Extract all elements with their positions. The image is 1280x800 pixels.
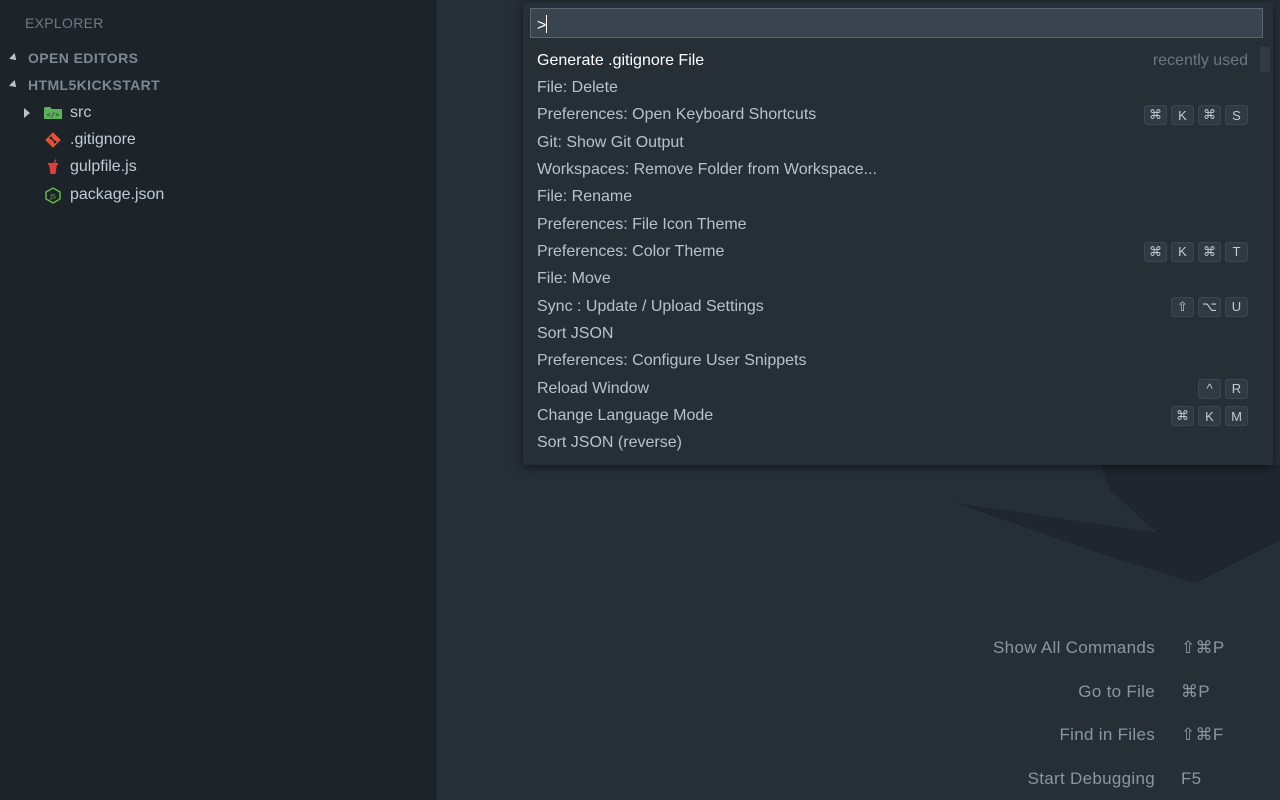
- hint-shortcut: F5: [1181, 769, 1202, 788]
- hint-label: Show All Commands: [993, 638, 1155, 657]
- command-meta: ⌘ K ⌘ S: [1144, 105, 1258, 126]
- keybinding-key: K: [1171, 241, 1194, 262]
- command-label: File: Move: [537, 270, 611, 288]
- command-item[interactable]: File: Delete: [523, 74, 1258, 101]
- section-open-editors[interactable]: OPEN EDITORS: [8, 48, 138, 68]
- tree-item-label: .gitignore: [70, 131, 136, 148]
- keybinding-key: ⌘: [1198, 241, 1221, 262]
- command-item[interactable]: File: Rename: [523, 184, 1258, 211]
- hint-shortcut: ⇧⌘P: [1181, 638, 1225, 657]
- tree-item-package-json[interactable]: JS package.json: [44, 183, 164, 207]
- command-item[interactable]: Preferences: Configure User Snippets: [523, 348, 1258, 375]
- command-item[interactable]: Sort JSON: [523, 321, 1258, 348]
- text-cursor: [546, 15, 548, 33]
- section-label: OPEN EDITORS: [28, 50, 139, 66]
- command-meta: ^ R: [1198, 378, 1258, 399]
- svg-text:JS: JS: [49, 193, 56, 200]
- command-meta: recently used: [1153, 52, 1258, 70]
- command-meta: ⇧ ⌥ U: [1171, 296, 1258, 317]
- keybinding-key: ⇧: [1171, 296, 1194, 317]
- command-label: Sort JSON: [537, 325, 614, 342]
- command-item[interactable]: Reload Window ^ R: [523, 375, 1258, 402]
- hint-go-to-file[interactable]: Go to File ⌘P: [0, 682, 1280, 704]
- tree-item-label: src: [70, 104, 92, 121]
- recently-used-label: recently used: [1152, 51, 1248, 69]
- collapse-chevron-icon: [9, 80, 19, 90]
- keybinding-key: ^: [1198, 378, 1221, 399]
- command-item[interactable]: Preferences: Open Keyboard Shortcuts ⌘ K ⌘ S: [523, 102, 1258, 129]
- nodejs-icon: JS: [44, 186, 62, 204]
- keybinding-key: ⌘: [1144, 105, 1167, 126]
- keybinding-key: R: [1225, 378, 1248, 399]
- command-palette: > Generate .gitignore File recently used F…: [523, 2, 1273, 465]
- command-palette-input[interactable]: >: [530, 8, 1263, 38]
- expand-chevron-icon: [24, 108, 30, 118]
- keybinding-key: U: [1225, 296, 1248, 317]
- tree-item-src[interactable]: </> src: [24, 101, 91, 125]
- command-label: File: Rename: [537, 188, 633, 206]
- section-label: HTML5KICKSTART: [28, 77, 161, 93]
- collapse-chevron-icon: [9, 53, 19, 63]
- command-item[interactable]: Sync : Update / Upload Settings ⇧ ⌥ U: [523, 293, 1258, 320]
- command-label: Generate .gitignore File: [537, 51, 705, 69]
- tree-item-label: package.json: [70, 186, 165, 203]
- explorer-title: EXPLORER: [25, 15, 104, 31]
- keybinding-key: ⌘: [1171, 406, 1194, 427]
- command-input-value: >: [537, 17, 547, 34]
- hint-label: Start Debugging: [1027, 769, 1155, 788]
- keybinding-key: K: [1198, 406, 1221, 427]
- command-item[interactable]: Preferences: File Icon Theme: [523, 211, 1258, 238]
- command-item[interactable]: Preferences: Color Theme ⌘ K ⌘ T: [523, 238, 1258, 265]
- command-meta: ⌘ K ⌘ T: [1144, 241, 1258, 262]
- keybinding-key: M: [1225, 406, 1248, 427]
- command-label: Preferences: Open Keyboard Shortcuts: [537, 106, 817, 124]
- command-label: Git: Show Git Output: [537, 133, 684, 151]
- svg-text:</>: </>: [47, 111, 60, 119]
- command-label: Workspaces: Remove Folder from Workspace…: [537, 160, 877, 178]
- keybinding-key: K: [1171, 105, 1194, 126]
- hint-find-in-files[interactable]: Find in Files ⇧⌘F: [0, 725, 1280, 747]
- command-item[interactable]: Change Language Mode ⌘ K M: [523, 403, 1258, 430]
- hint-start-debugging[interactable]: Start Debugging F5: [0, 769, 1280, 791]
- hint-show-all-commands[interactable]: Show All Commands ⇧⌘P: [0, 638, 1280, 660]
- hint-shortcut: ⇧⌘F: [1181, 725, 1224, 744]
- command-item[interactable]: File: Move: [523, 266, 1258, 293]
- keybinding-key: ⌘: [1198, 105, 1221, 126]
- keybinding-key: ⌥: [1198, 296, 1221, 317]
- command-item[interactable]: Git: Show Git Output: [523, 129, 1258, 156]
- git-icon: [44, 131, 62, 149]
- hint-shortcut: ⌘P: [1181, 682, 1210, 701]
- command-label: File: Delete: [537, 78, 618, 96]
- command-label: Change Language Mode: [537, 407, 714, 425]
- keybinding-key: S: [1225, 105, 1248, 126]
- command-item[interactable]: Workspaces: Remove Folder from Workspace…: [523, 156, 1258, 183]
- command-label: Sync : Update / Upload Settings: [537, 297, 764, 315]
- section-project[interactable]: HTML5KICKSTART: [8, 75, 160, 95]
- tree-item-label: gulpfile.js: [70, 158, 137, 175]
- command-meta: ⌘ K M: [1171, 406, 1258, 427]
- command-label: Sort JSON (reverse): [537, 434, 682, 452]
- tree-item-gulpfile[interactable]: gulpfile.js: [44, 155, 137, 179]
- command-label: Reload Window: [537, 379, 650, 397]
- command-label: Preferences: Color Theme: [537, 242, 725, 260]
- command-item[interactable]: Sort JSON (reverse): [523, 430, 1258, 457]
- hint-label: Find in Files: [1059, 725, 1155, 744]
- palette-scrollbar[interactable]: [1260, 47, 1270, 72]
- gulp-icon: [44, 158, 62, 176]
- hint-label: Go to File: [1078, 682, 1155, 701]
- command-label: Preferences: File Icon Theme: [537, 215, 747, 233]
- keybinding-key: ⌘: [1144, 241, 1167, 262]
- explorer-sidebar: EXPLORER OPEN EDITORS HTML5KICKSTART </>…: [0, 0, 436, 800]
- command-label: Preferences: Configure User Snippets: [537, 352, 807, 370]
- command-item[interactable]: Generate .gitignore File recently used: [523, 47, 1258, 74]
- keybinding-key: T: [1225, 241, 1248, 262]
- folder-code-icon: </>: [44, 104, 62, 122]
- tree-item-gitignore[interactable]: .gitignore: [44, 128, 136, 152]
